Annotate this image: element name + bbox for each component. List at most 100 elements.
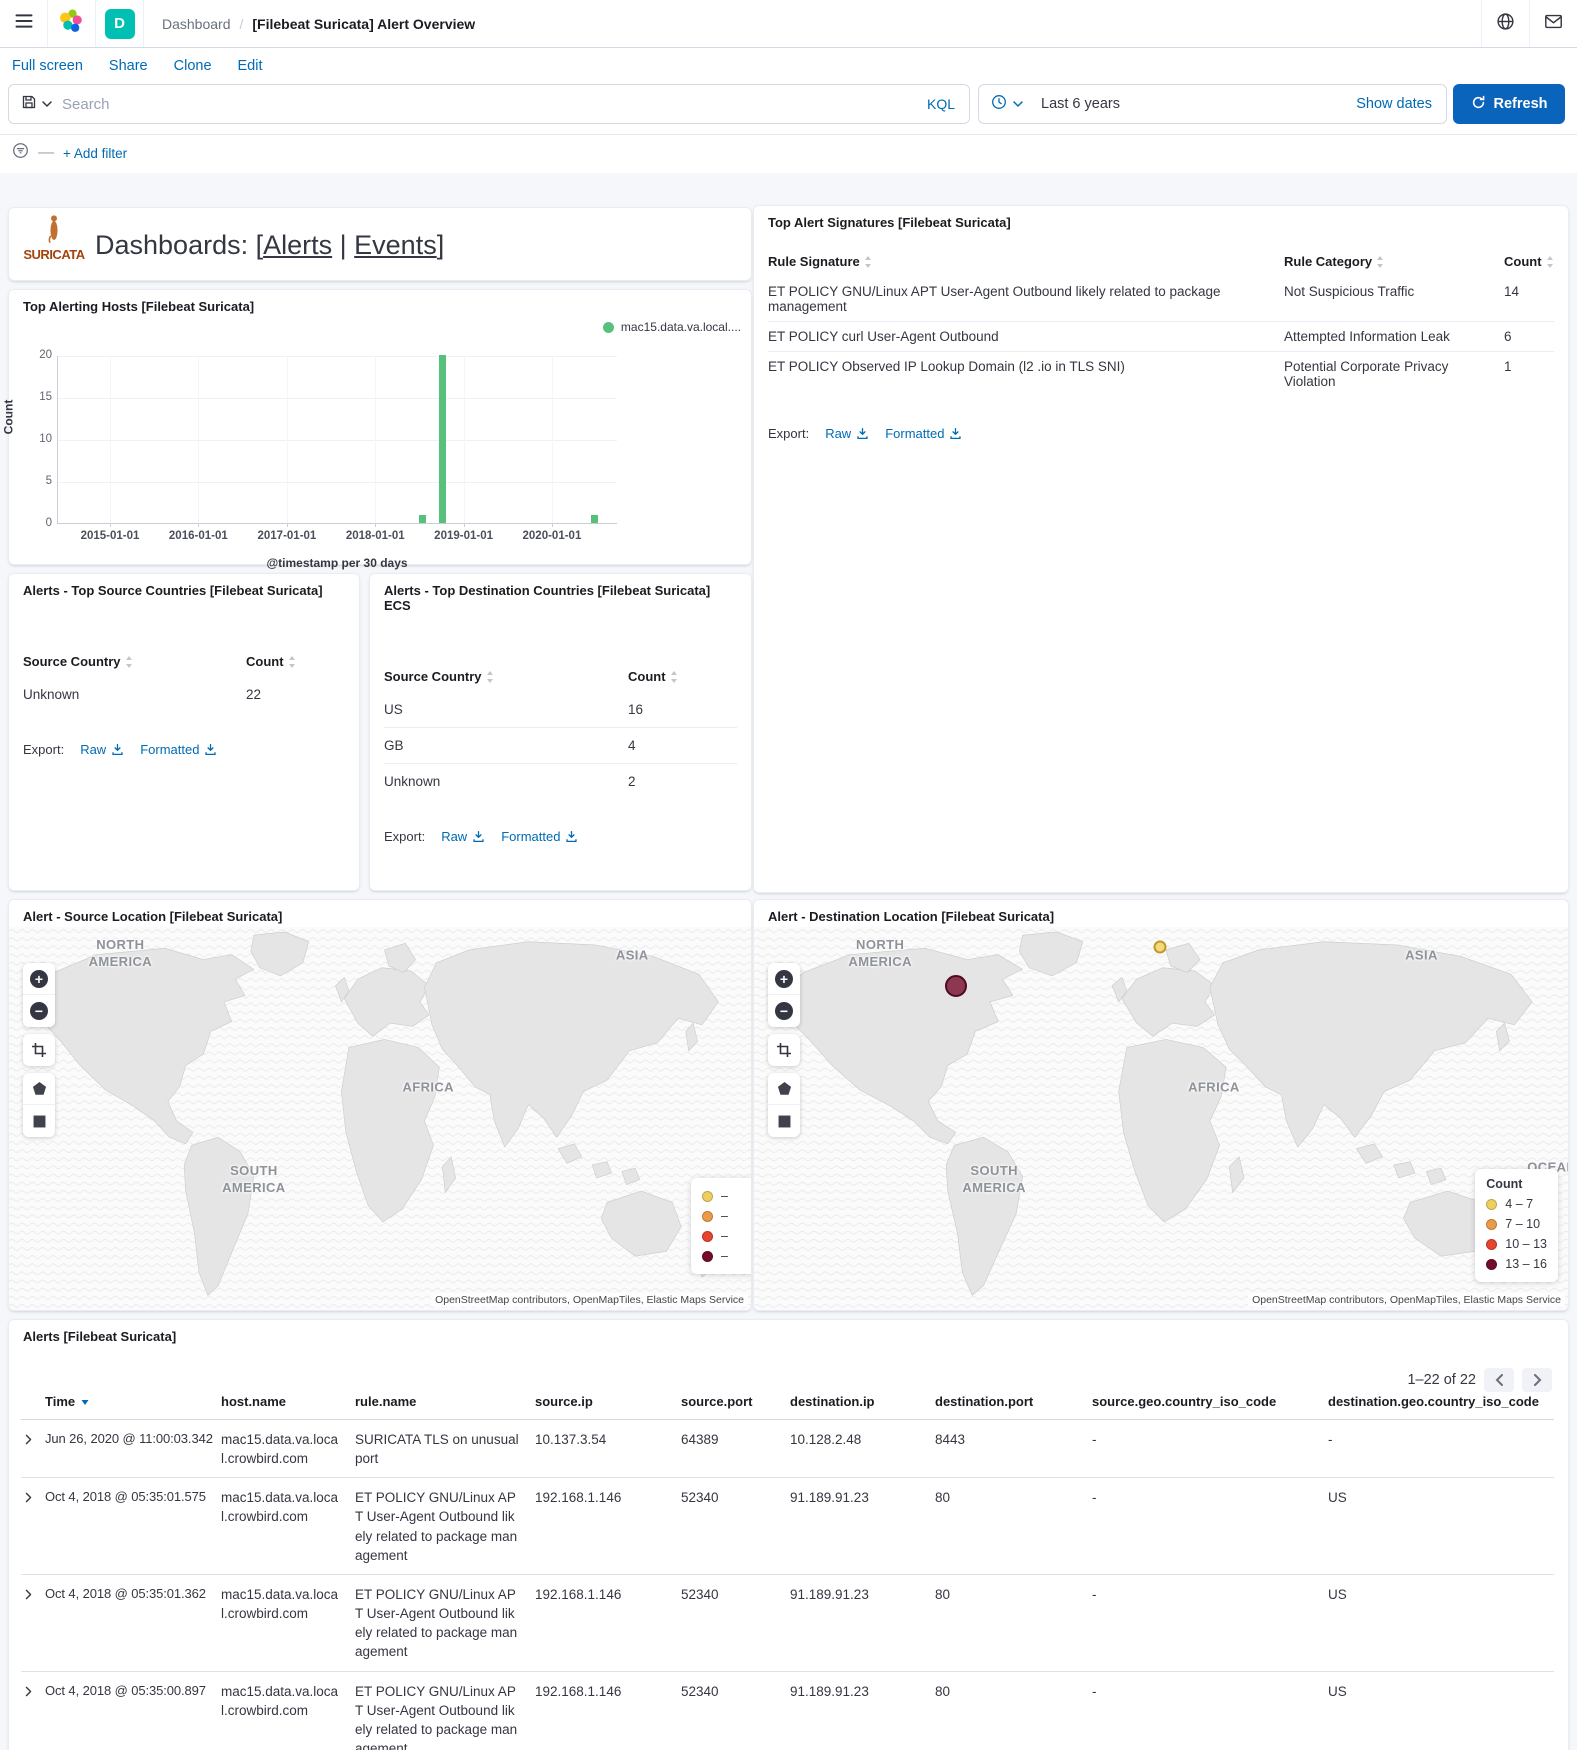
elastic-logo-icon — [59, 9, 84, 39]
add-filter-button[interactable]: + Add filter — [63, 146, 127, 161]
column-header-source-country[interactable]: Source Country — [384, 661, 628, 692]
export-raw-link[interactable]: Raw — [441, 829, 485, 844]
column-header-count[interactable]: Count — [1504, 246, 1554, 277]
column-header-destination-ip[interactable]: destination.ip — [790, 1384, 935, 1420]
source-map[interactable]: NORTH AMERICA ASIA AFRICA SOUTH AMERICA … — [9, 927, 751, 1310]
fit-to-bounds-button[interactable] — [23, 1034, 55, 1066]
minus-icon: − — [30, 1002, 48, 1020]
query-bar: Search KQL Last 6 years Show dates Refre… — [0, 80, 1577, 135]
next-page-button[interactable] — [1522, 1368, 1552, 1392]
destination-cluster-dot-high[interactable] — [945, 975, 967, 997]
column-header-count[interactable]: Count — [628, 661, 737, 692]
sortable-icon — [288, 656, 296, 668]
destination-cluster-dot-low[interactable] — [1154, 940, 1167, 953]
column-header-time[interactable]: Time — [45, 1384, 221, 1420]
download-icon — [472, 830, 485, 843]
kibana-dashboard-app: D Dashboard / [Filebeat Suricata] Alert … — [0, 0, 1577, 1750]
time-range-value[interactable]: Last 6 years — [1041, 96, 1356, 112]
bar-2020-06-26[interactable] — [591, 515, 598, 523]
fit-to-bounds-button[interactable] — [768, 1034, 800, 1066]
time-picker[interactable]: Last 6 years Show dates — [978, 84, 1447, 124]
column-header-source-port[interactable]: source.port — [681, 1384, 790, 1420]
panel-title: Top Alert Signatures [Filebeat Suricata] — [754, 206, 1568, 230]
download-icon — [565, 830, 578, 843]
alerts-table: Time host.name rule.name source.ip sourc… — [21, 1384, 1554, 1750]
alerts-table-body: Jun 26, 2020 @ 11:00:03.342mac15.data.va… — [21, 1420, 1554, 1750]
full-screen-link[interactable]: Full screen — [12, 58, 83, 74]
column-header-rule-signature[interactable]: Rule Signature — [768, 246, 1284, 277]
zoom-out-button[interactable]: − — [768, 995, 800, 1027]
space-switcher-button[interactable]: D — [96, 0, 144, 47]
legend-series-dot — [603, 322, 614, 333]
search-input[interactable]: Search KQL — [8, 84, 970, 124]
destination-map[interactable]: NORTH AMERICA ASIA AFRICA SOUTH AMERICA … — [754, 927, 1568, 1310]
refresh-button[interactable]: Refresh — [1453, 84, 1565, 124]
row-expand-button[interactable] — [21, 1420, 45, 1478]
export-formatted-link[interactable]: Formatted — [501, 829, 578, 844]
y-gridline — [58, 356, 617, 357]
zoom-in-button[interactable]: + — [768, 963, 800, 995]
x-gridline — [110, 356, 111, 523]
time-picker-quick-menu-button[interactable] — [979, 94, 1033, 115]
column-header-rule-category[interactable]: Rule Category — [1284, 246, 1504, 277]
square-icon — [778, 1115, 791, 1128]
chart-legend[interactable]: mac15.data.va.local.... — [603, 320, 741, 334]
sortable-icon — [670, 671, 678, 683]
menu-toggle-button[interactable] — [0, 0, 48, 47]
x-gridline — [552, 356, 553, 523]
draw-polygon-button[interactable] — [23, 1073, 55, 1105]
show-dates-button[interactable]: Show dates — [1356, 96, 1446, 112]
filter-options-button[interactable] — [12, 142, 29, 164]
draw-rectangle-button[interactable] — [23, 1105, 55, 1137]
row-expand-button[interactable] — [21, 1575, 45, 1672]
draw-rectangle-button[interactable] — [768, 1105, 800, 1137]
previous-page-button[interactable] — [1484, 1368, 1514, 1392]
edit-link[interactable]: Edit — [238, 58, 263, 74]
clone-link[interactable]: Clone — [174, 58, 212, 74]
y-tick-label: 10 — [24, 433, 52, 445]
x-tick-label: 2019-01-01 — [424, 530, 504, 542]
x-tick-mark — [464, 523, 465, 527]
plus-icon: + — [775, 970, 793, 988]
x-tick-mark — [198, 523, 199, 527]
zoom-out-button[interactable]: − — [23, 995, 55, 1027]
newsfeed-button[interactable] — [1529, 0, 1577, 47]
bar-2018-10-04[interactable] — [439, 355, 446, 523]
x-tick-mark — [375, 523, 376, 527]
row-expand-button[interactable] — [21, 1478, 45, 1575]
help-button[interactable] — [1481, 0, 1529, 47]
column-header-rule-name[interactable]: rule.name — [355, 1384, 535, 1420]
export-formatted-link[interactable]: Formatted — [140, 742, 217, 757]
column-header-count[interactable]: Count — [246, 646, 345, 677]
column-header-source-geo[interactable]: source.geo.country_iso_code — [1092, 1384, 1328, 1420]
alerts-dashboard-link[interactable]: Alerts — [263, 230, 332, 260]
chart-y-axis-label: Count — [1, 400, 15, 435]
kql-syntax-button[interactable]: KQL — [913, 96, 969, 112]
column-header-source-ip[interactable]: source.ip — [535, 1384, 681, 1420]
row-expand-button[interactable] — [21, 1672, 45, 1750]
cell-source-ip: 192.168.1.146 — [535, 1575, 681, 1672]
plus-icon: + — [30, 970, 48, 988]
saved-query-menu-button[interactable] — [9, 94, 62, 115]
export-formatted-link[interactable]: Formatted — [885, 426, 962, 441]
draw-polygon-button[interactable] — [768, 1073, 800, 1105]
share-link[interactable]: Share — [109, 58, 148, 74]
cell-time: Oct 4, 2018 @ 05:35:01.575 — [45, 1478, 221, 1575]
column-header-source-country[interactable]: Source Country — [23, 646, 246, 677]
column-header-host-name[interactable]: host.name — [221, 1384, 355, 1420]
bar-2018-07-15[interactable] — [419, 515, 426, 523]
column-header-destination-port[interactable]: destination.port — [935, 1384, 1092, 1420]
events-dashboard-link[interactable]: Events — [354, 230, 437, 260]
export-raw-link[interactable]: Raw — [80, 742, 124, 757]
zoom-in-button[interactable]: + — [23, 963, 55, 995]
elastic-home-button[interactable] — [48, 0, 96, 47]
legend-item: 7 – 10 — [1486, 1214, 1547, 1234]
breadcrumb-dashboard-link[interactable]: Dashboard — [162, 16, 231, 32]
export-raw-link[interactable]: Raw — [825, 426, 869, 441]
download-icon — [111, 743, 124, 756]
cell-count: 4 — [628, 728, 737, 764]
refresh-icon — [1471, 95, 1486, 114]
cell-destination-port: 80 — [935, 1478, 1092, 1575]
hosts-chart-plot[interactable]: 051015202015-01-012016-01-012017-01-0120… — [57, 356, 617, 524]
export-label: Export: — [768, 426, 809, 441]
